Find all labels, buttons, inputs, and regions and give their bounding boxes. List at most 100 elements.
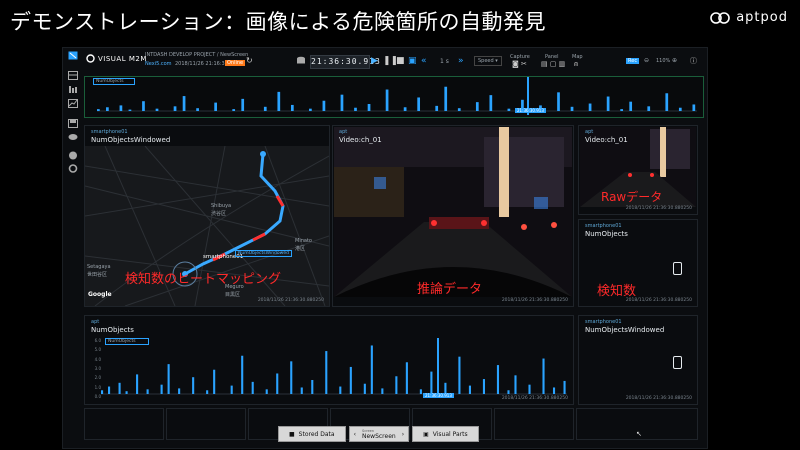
zoom-in-icon[interactable]: ⊕: [672, 57, 677, 64]
count1-digit: [673, 262, 682, 275]
reload-icon[interactable]: ↻: [246, 55, 253, 67]
rate-value[interactable]: 1 s: [440, 58, 449, 65]
next-screen-icon[interactable]: ›: [402, 431, 404, 438]
stored-icon: ■: [289, 430, 295, 438]
numobjects-bar: [405, 362, 408, 394]
numobjects-bar: [363, 383, 366, 394]
rewind-button[interactable]: «: [421, 55, 427, 67]
timeline-bar: [557, 92, 560, 111]
video2-title: Video:ch_01: [585, 136, 628, 144]
video-panel-raw[interactable]: apt Video:ch_01 2018/11/26 21:36:30.8802…: [578, 125, 698, 215]
slide-title: デモンストレーション：画像による危険箇所の自動発見: [10, 10, 547, 34]
user-icon[interactable]: [68, 151, 78, 160]
numobjects-bar: [178, 388, 181, 394]
empty-tile[interactable]: [166, 408, 246, 440]
forward-button[interactable]: »: [458, 55, 464, 67]
video2-footer: 2018/11/26 21:36:30.880250: [625, 206, 692, 211]
numobjects-bar: [419, 389, 422, 394]
visual-parts-button[interactable]: ▣ Visual Parts: [412, 426, 479, 442]
chart-marker: 21:36:30.913: [423, 393, 454, 398]
timeline-bar: [263, 106, 267, 111]
play-button[interactable]: ▶: [371, 55, 378, 67]
playback-clock: 21:36:30.913: [310, 55, 380, 69]
expand-icon[interactable]: [68, 51, 78, 60]
zoom-out-icon[interactable]: ⊖: [644, 57, 649, 64]
stored-data-button[interactable]: ■ Stored Data: [278, 426, 346, 442]
numobjects-bar: [507, 390, 510, 394]
record-button[interactable]: ▣: [408, 55, 417, 67]
count1-annotation: 検知数: [597, 284, 637, 299]
chart-panel[interactable]: apt NumObjects NumObjects 6.0 5.0 4.0 3.0 2.…: [84, 315, 574, 405]
numobjects-bar: [370, 345, 373, 394]
panel-icons[interactable]: ▤ ▢ ▥: [541, 60, 565, 68]
timeline-bar: [241, 98, 245, 111]
user-map-icon[interactable]: ⍝: [574, 60, 578, 69]
save-icon[interactable]: [68, 119, 78, 128]
timeline-bar: [232, 109, 236, 111]
numobjects-bar: [482, 379, 486, 394]
numobjects-bar: [101, 390, 104, 394]
timeline-bar: [354, 107, 357, 111]
info-icon[interactable]: ⓘ: [690, 56, 697, 66]
video1-title: Video:ch_01: [339, 136, 382, 144]
timeline-bar: [322, 100, 326, 111]
screen-selector[interactable]: ‹ Screen NewScreen ›: [348, 426, 410, 442]
timeline-chart: [97, 86, 697, 112]
sidebar: [62, 47, 84, 177]
visual-icon: ▣: [423, 430, 429, 438]
zoom-level: 110%: [656, 58, 671, 64]
numobjects-chart: [101, 345, 567, 395]
numobjects-bar: [265, 389, 268, 394]
count2-tag: smartphone01: [585, 319, 622, 325]
chart-footer: 2018/11/26 21:36:30.880250: [501, 396, 568, 401]
live-badge: Online: [225, 60, 246, 66]
video1-tag: apt: [339, 129, 348, 135]
camera-icon[interactable]: ◙ ✂: [512, 60, 527, 68]
empty-tile[interactable]: [84, 408, 164, 440]
chart-cursor[interactable]: [437, 338, 439, 398]
numobjects-bar: [276, 373, 279, 394]
count1-title: NumObjects: [585, 230, 628, 238]
windowed-count-panel[interactable]: smartphone01 NumObjectsWindowed 2018/11/…: [578, 315, 698, 405]
layout-icon[interactable]: [68, 71, 78, 80]
numobjects-bar: [395, 376, 398, 394]
timeline-bar: [97, 109, 100, 111]
numobjects-bar: [230, 385, 233, 394]
data-icon[interactable]: [68, 85, 78, 94]
prev-screen-icon[interactable]: ‹: [354, 431, 356, 438]
numobjects-bar: [542, 358, 545, 394]
timeline-bar: [367, 104, 371, 111]
numobjects-bar: [136, 374, 139, 394]
numobjects-bar: [118, 382, 121, 394]
numobjects-bar: [468, 385, 471, 394]
graph-icon[interactable]: [68, 99, 78, 108]
mode-badge[interactable]: Rec: [626, 58, 640, 64]
mouse-cursor-icon: ↖: [636, 430, 642, 438]
count-panel[interactable]: smartphone01 NumObjects 2018/11/26 21:36…: [578, 219, 698, 307]
speed-select[interactable]: Speed ▾: [474, 56, 502, 66]
numobjects-bar: [290, 361, 293, 394]
empty-tile[interactable]: [494, 408, 574, 440]
timeline-bar: [106, 107, 109, 111]
stop-button[interactable]: ■: [396, 55, 405, 67]
timeline-bar: [647, 106, 651, 111]
timeline-marker: 21:36:30.913: [515, 108, 546, 113]
place-minato-ja: 港区: [295, 246, 306, 252]
timeline-bar: [385, 89, 389, 111]
brand-name: VISUAL M2M: [98, 54, 147, 63]
cloud-icon[interactable]: [68, 132, 78, 141]
timeline-bar: [155, 108, 159, 111]
settings-icon[interactable]: [68, 164, 78, 173]
timeline-bar: [182, 96, 186, 111]
map-panel[interactable]: smartphone01 NumObjectsWindowed Shibuya …: [84, 125, 330, 307]
timeline-bar: [196, 108, 199, 111]
timeline-bar: [606, 96, 610, 111]
numobjects-bar: [160, 384, 163, 394]
edge-name[interactable]: Nexi5.com: [145, 61, 172, 67]
map-chip: NumObjectsWindowed: [235, 250, 292, 257]
timeline[interactable]: NumObjects 21:36:30.913: [84, 76, 704, 118]
video2-annotation: Rawデータ: [601, 190, 663, 204]
numobjects-bar: [381, 388, 384, 394]
company-logo: aptpod: [710, 10, 788, 25]
video-panel-inference[interactable]: apt Video:ch_01 2018/11/26 21:36:30.8802…: [332, 125, 574, 307]
